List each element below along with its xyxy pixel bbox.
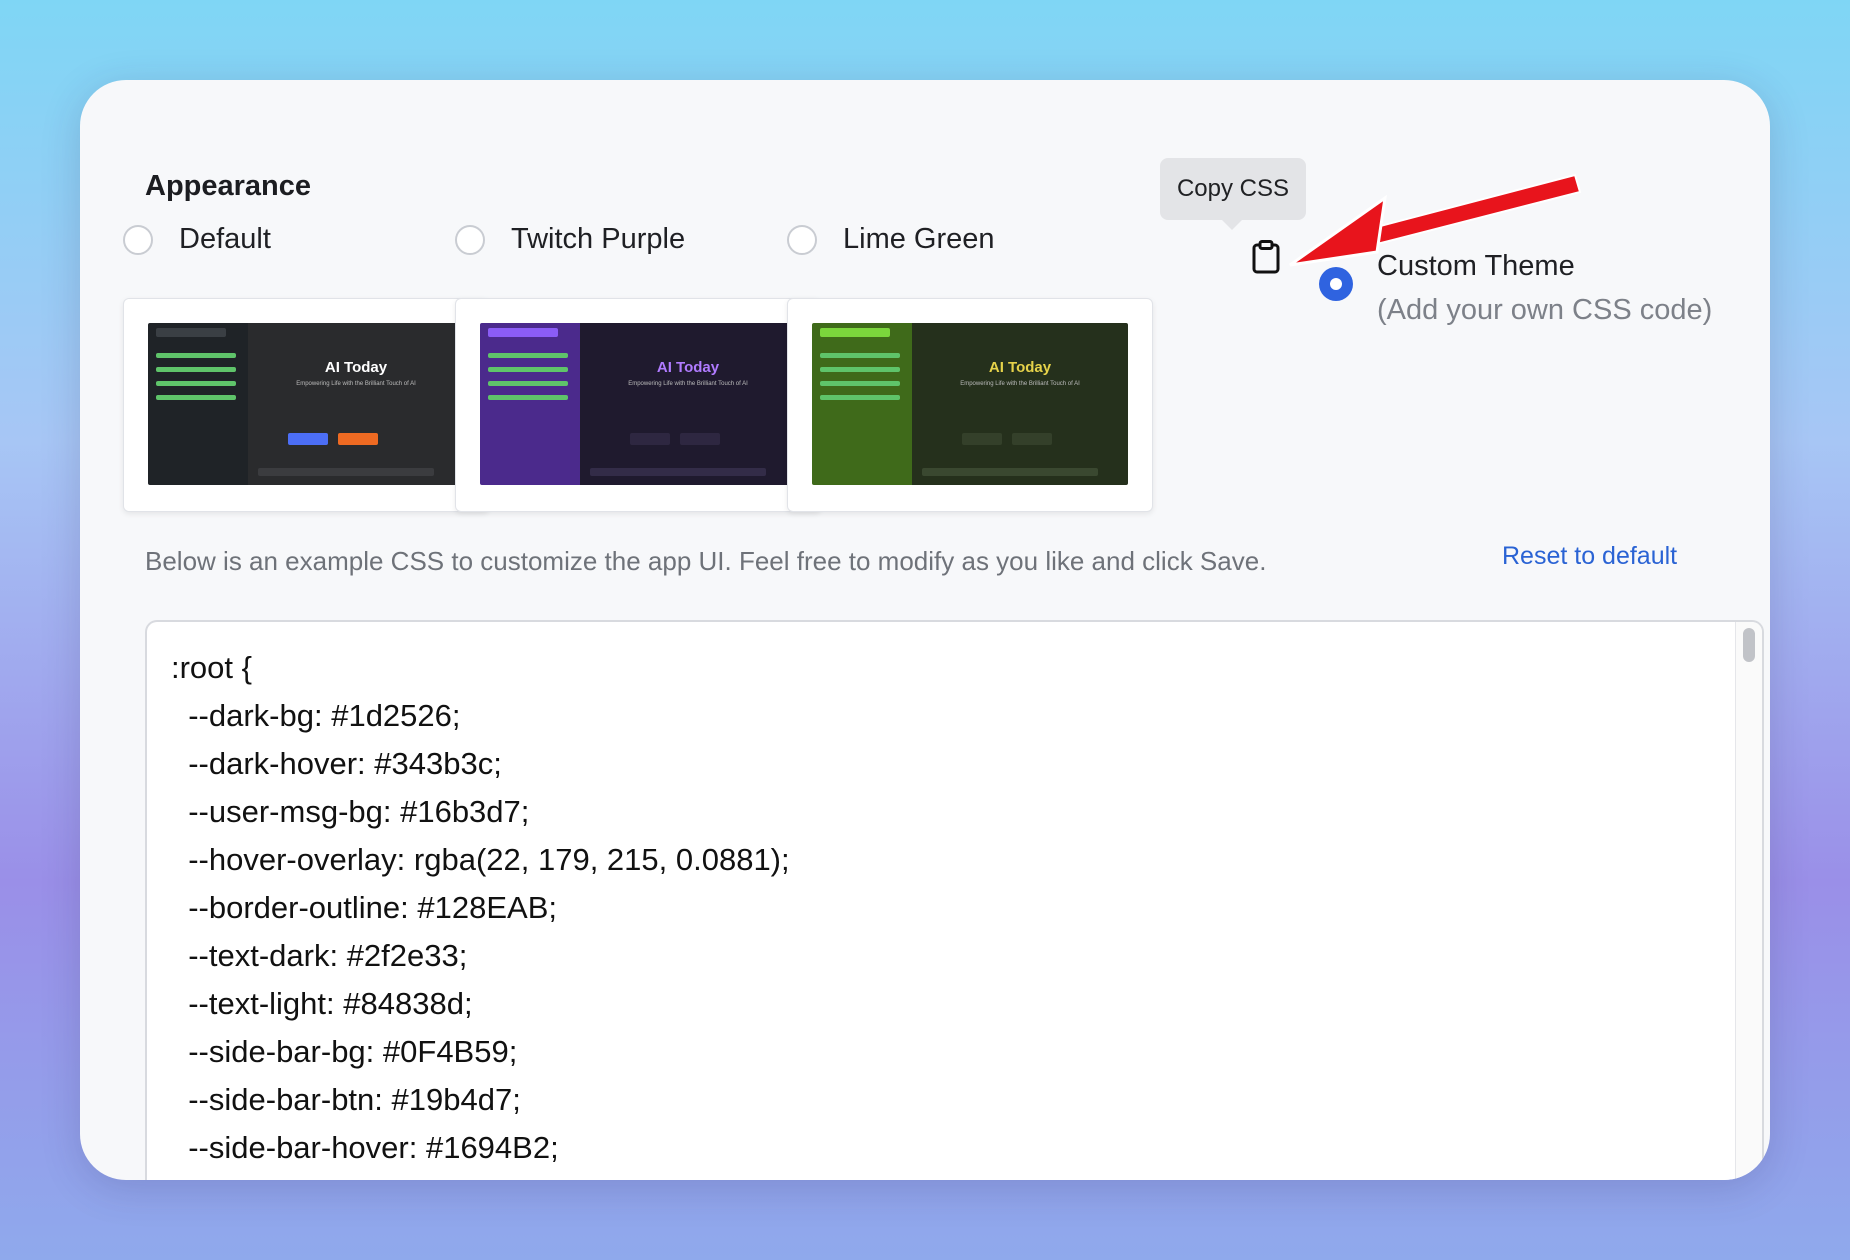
radio-lime-green[interactable]: [787, 224, 817, 255]
preview-app-title: AI Today: [324, 359, 388, 376]
section-title: Appearance: [145, 170, 312, 202]
preview-image: AI Today Empowering Life with the Brilli…: [812, 323, 1128, 485]
preview-image: AI Today Empowering Life with the Brilli…: [148, 323, 464, 485]
preview-subtitle: Empowering Life with the Brilliant Touch…: [960, 381, 1080, 387]
radio-custom-theme[interactable]: [1319, 267, 1353, 301]
custom-theme-sublabel: (Add your own CSS code): [1377, 294, 1713, 326]
editor-scrollbar[interactable]: [1735, 622, 1762, 1180]
custom-theme-label: Custom Theme: [1377, 250, 1575, 282]
theme-option-custom[interactable]: Custom Theme (Add your own CSS code): [1377, 244, 1712, 332]
reset-to-default-link[interactable]: Reset to default: [1502, 542, 1677, 571]
preview-app-title: AI Today: [656, 359, 720, 376]
css-code-text[interactable]: :root { --dark-bg: #1d2526; --dark-hover…: [171, 644, 790, 1172]
settings-card: Appearance Default Twitch Purple Lime Gr…: [80, 80, 1770, 1180]
preview-app-title: AI Today: [988, 359, 1052, 376]
radio-default[interactable]: [123, 224, 153, 255]
css-editor[interactable]: :root { --dark-bg: #1d2526; --dark-hover…: [145, 620, 1764, 1180]
scrollbar-thumb[interactable]: [1743, 628, 1755, 662]
theme-preview-default[interactable]: AI Today Empowering Life with the Brilli…: [123, 298, 489, 512]
theme-option-lime-green[interactable]: Lime Green: [787, 223, 995, 256]
preview-subtitle: Empowering Life with the Brilliant Touch…: [628, 381, 748, 387]
preview-subtitle: Empowering Life with the Brilliant Touch…: [296, 381, 416, 387]
theme-option-default[interactable]: Default: [123, 223, 271, 256]
theme-label-lime-green: Lime Green: [843, 223, 995, 255]
theme-preview-lime-green[interactable]: AI Today Empowering Life with the Brilli…: [787, 298, 1153, 512]
theme-preview-twitch-purple[interactable]: AI Today Empowering Life with the Brilli…: [455, 298, 821, 512]
css-description: Below is an example CSS to customize the…: [145, 546, 1267, 576]
radio-twitch-purple[interactable]: [455, 224, 485, 255]
theme-label-default: Default: [179, 223, 271, 255]
theme-label-twitch-purple: Twitch Purple: [511, 223, 686, 255]
preview-image: AI Today Empowering Life with the Brilli…: [480, 323, 796, 485]
theme-option-twitch-purple[interactable]: Twitch Purple: [455, 223, 685, 256]
clipboard-icon[interactable]: [1252, 240, 1280, 274]
